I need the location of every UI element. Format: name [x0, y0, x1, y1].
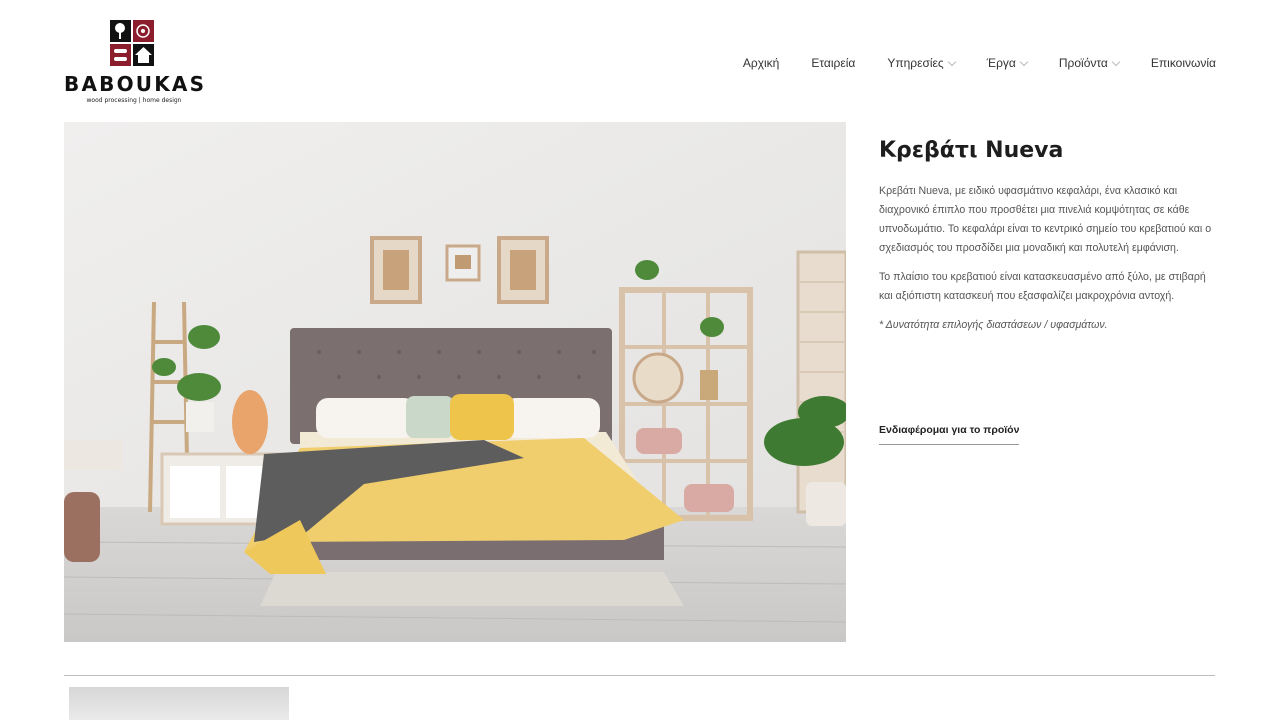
chevron-down-icon: [947, 57, 956, 66]
nav-item-label: Αρχική: [742, 56, 780, 70]
product-title: Κρεβάτι Nueva: [879, 138, 1064, 163]
logo-mark-icon: [110, 20, 154, 66]
brand-tagline: wood processing | home design: [86, 97, 182, 104]
product-description: Κρεβάτι Nueva, με ειδικό υφασμάτινο κεφα…: [879, 182, 1219, 345]
brand-logo[interactable]: BABOUKAS wood processing | home design: [64, 20, 204, 106]
nav-item-contact[interactable]: Επικοινωνία: [1151, 54, 1216, 72]
description-paragraph-2: Το πλαίσιο του κρεβατιού είναι κατασκευα…: [879, 271, 1206, 302]
nav-item-label: Υπηρεσίες: [887, 56, 944, 70]
interest-button[interactable]: Ενδιαφέρομαι για το προϊόν: [879, 424, 1020, 445]
main-nav: Αρχική Εταιρεία Υπηρεσίες Έργα Προϊόντα …: [743, 54, 1216, 72]
nav-item-label: Εταιρεία: [811, 56, 856, 70]
nav-item-home[interactable]: Αρχική: [743, 54, 779, 72]
chevron-down-icon: [1019, 57, 1029, 66]
product-image[interactable]: [64, 122, 846, 642]
description-note: * Δυνατότητα επιλογής διαστάσεων / υφασμ…: [879, 319, 1108, 331]
bedroom-illustration: [64, 122, 846, 642]
description-paragraph-1: Κρεβάτι Nueva, με ειδικό υφασμάτινο κεφα…: [879, 185, 1212, 254]
related-product-thumbnail[interactable]: [69, 687, 289, 720]
nav-item-label: Έργα: [986, 56, 1016, 70]
chevron-down-icon: [1111, 57, 1121, 66]
nav-item-services[interactable]: Υπηρεσίες: [887, 54, 956, 72]
nav-item-products[interactable]: Προϊόντα: [1058, 54, 1121, 72]
nav-item-label: Προϊόντα: [1058, 56, 1108, 70]
brand-name: BABOUKAS: [64, 72, 207, 96]
section-divider: [64, 675, 1215, 676]
nav-item-label: Επικοινωνία: [1150, 56, 1216, 70]
nav-item-company[interactable]: Εταιρεία: [811, 54, 855, 72]
nav-item-projects[interactable]: Έργα: [986, 54, 1029, 72]
